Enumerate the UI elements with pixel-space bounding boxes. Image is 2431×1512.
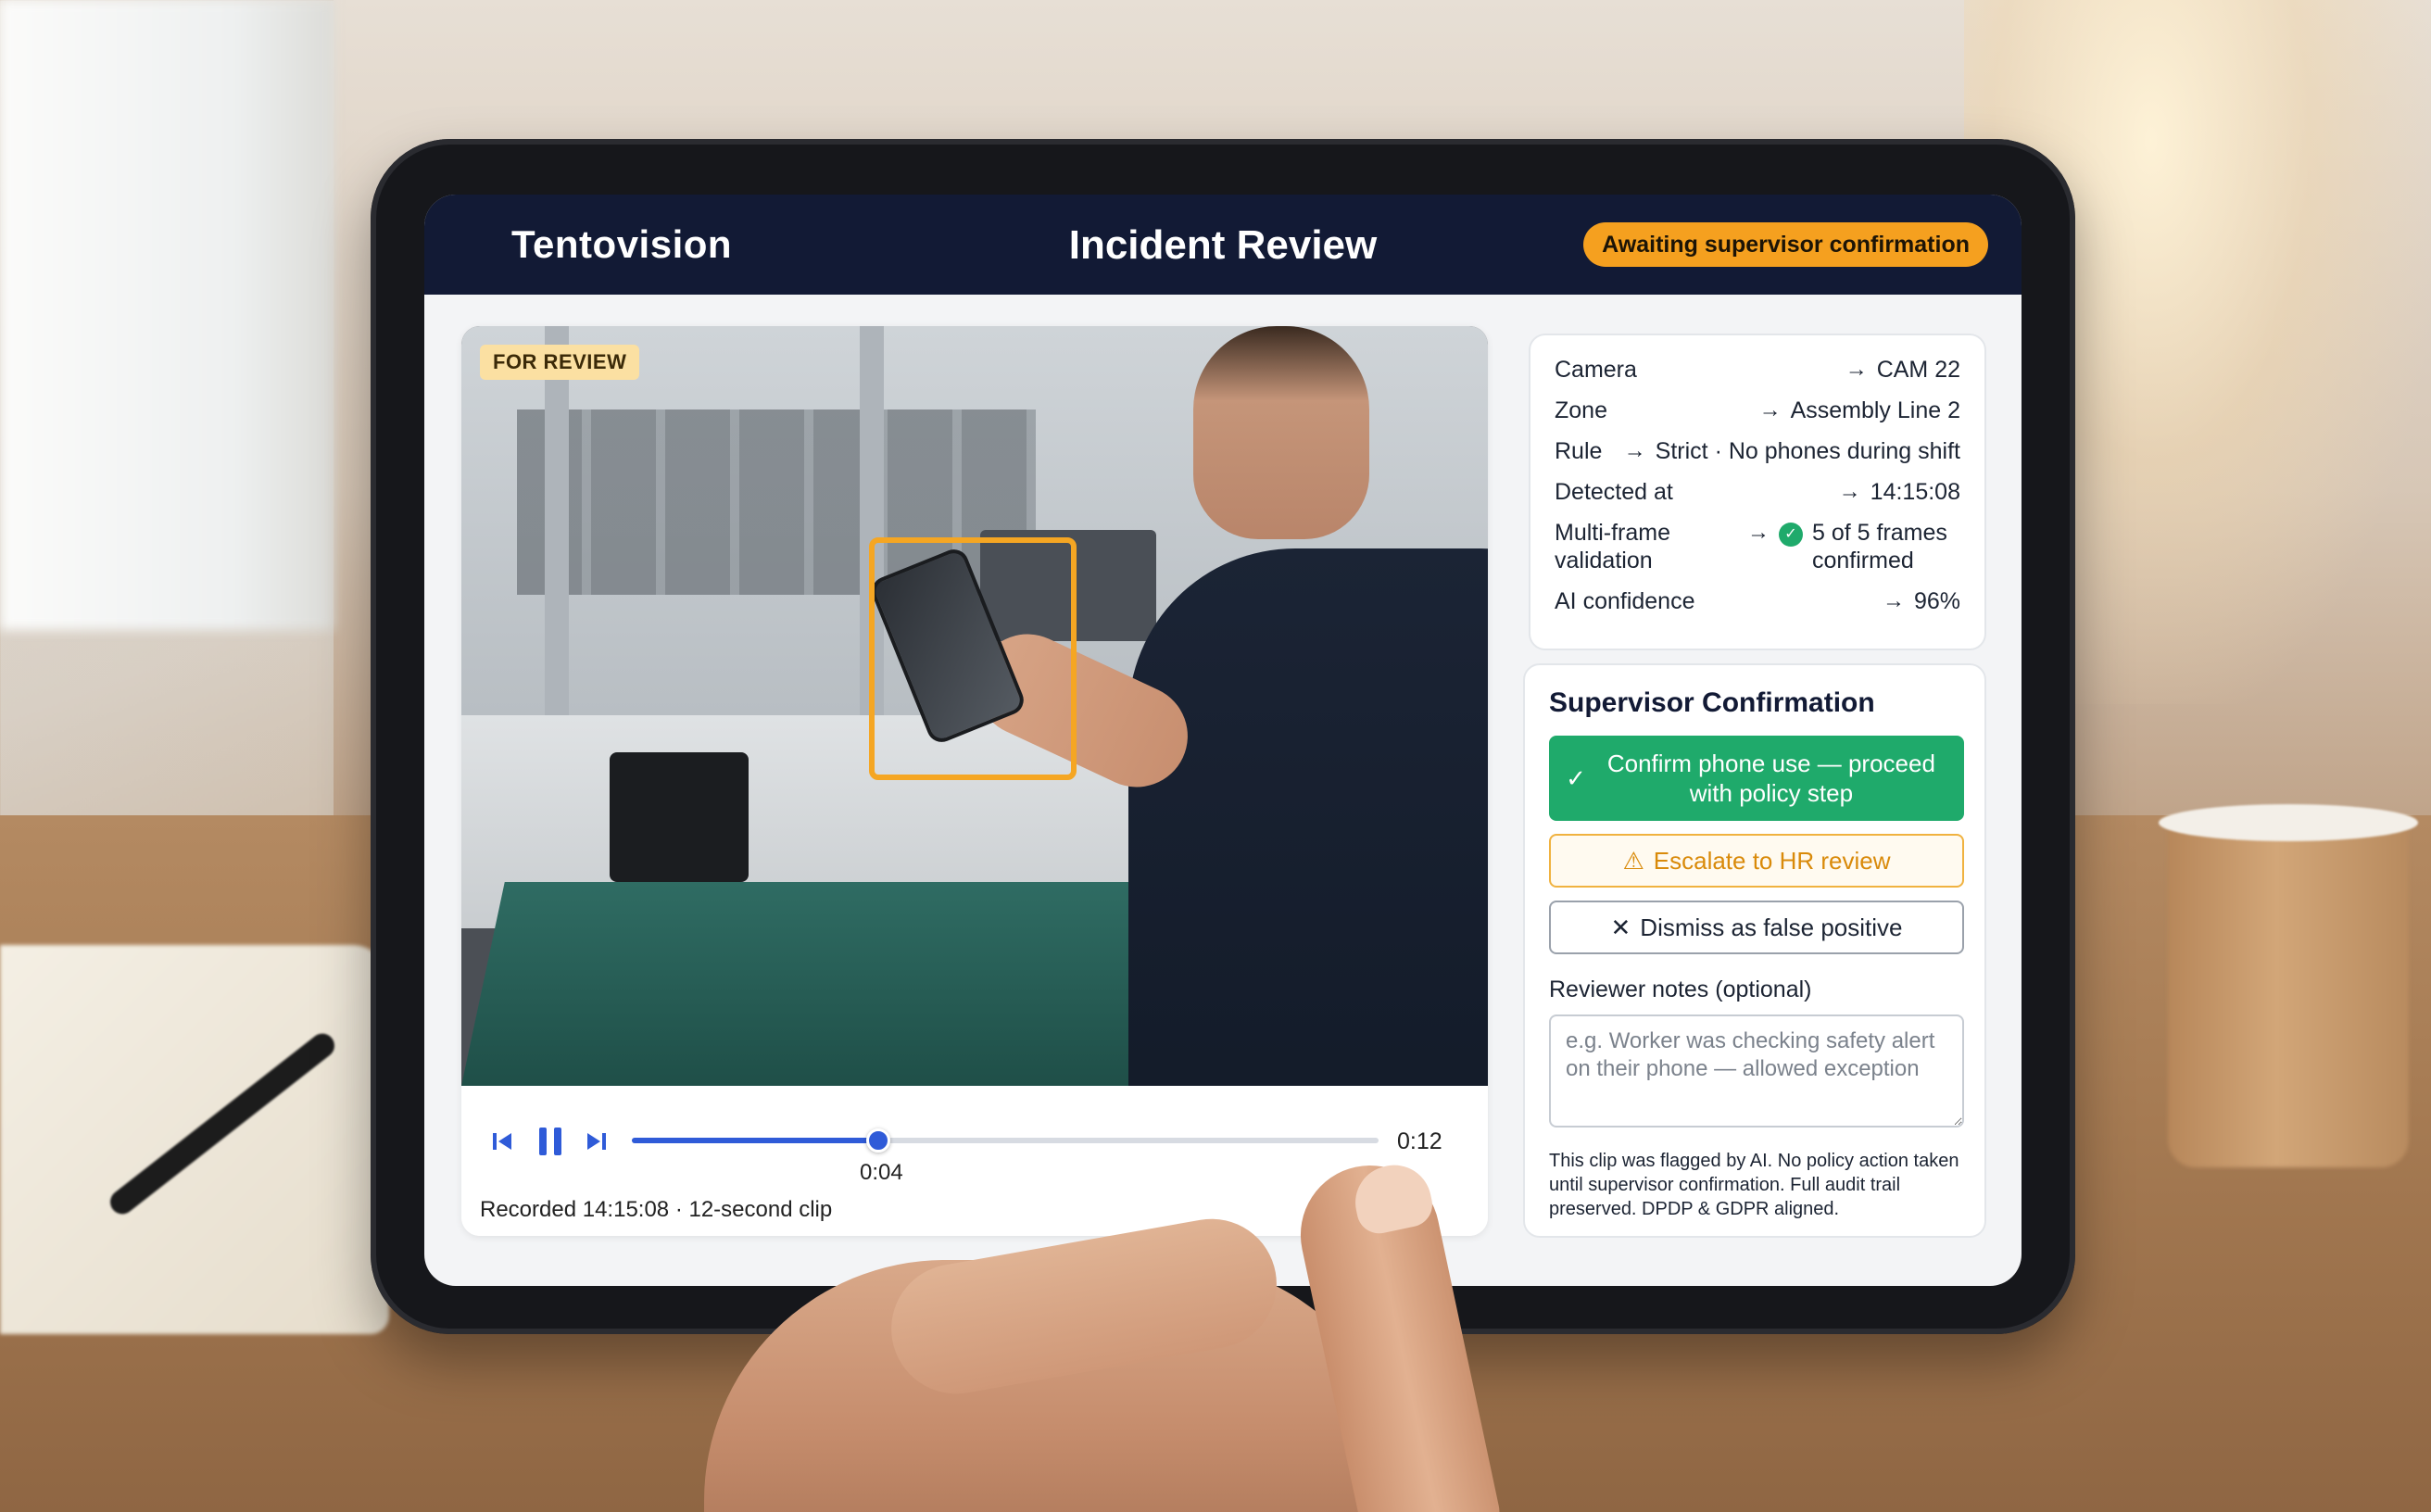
video-scene-bin (610, 752, 749, 882)
progress-fill (632, 1138, 878, 1143)
confirm-button-label: Confirm phone use — proceed with policy … (1606, 750, 1935, 807)
confirmation-title: Supervisor Confirmation (1549, 687, 1875, 718)
detail-value: Assembly Line 2 (1790, 397, 1960, 423)
arrow-right-icon: → (1845, 357, 1868, 382)
detail-label: Rule (1555, 438, 1603, 464)
detail-row-multi-frame-validation: Multi-frame validation → ✓ 5 of 5 frames c… (1555, 519, 1960, 587)
close-icon: ✕ (1610, 913, 1631, 941)
dismiss-button-label: Dismiss as false positive (1640, 913, 1903, 941)
incident-video[interactable]: FOR REVIEW (461, 326, 1488, 1086)
detail-row-ai-confidence: AI confidence → 96% (1555, 587, 1960, 628)
warning-icon: ⚠ (1622, 846, 1644, 875)
app-header: Tentovision Incident Review Awaiting sup… (424, 195, 2022, 295)
recorded-info: Recorded 14:15:08 · 12-second clip (480, 1197, 833, 1222)
video-scene-worker (1128, 548, 1488, 1086)
video-scene-worker-head (1193, 326, 1369, 539)
incident-details-card: Camera → CAM 22 Zone → Assembly Line 2 Rul… (1529, 334, 1986, 650)
for-review-tag: FOR REVIEW (480, 345, 640, 380)
detail-value: CAM 22 (1876, 357, 1960, 383)
current-time: 0:04 (859, 1160, 903, 1185)
video-scene-conveyor (461, 882, 1209, 1086)
progress-track[interactable] (632, 1128, 1379, 1153)
background-cup (2168, 815, 2409, 1167)
detail-label: Camera (1555, 357, 1637, 383)
detail-label: AI confidence (1555, 588, 1695, 614)
detail-row-rule: Rule → Strict · No phones during shift (1555, 437, 1960, 478)
detail-label: Detected at (1555, 479, 1673, 505)
video-card: FOR REVIEW 0:04 0:12 Recorded 14:15:08 ·… (461, 326, 1488, 1236)
background-cup-rim (2159, 804, 2418, 841)
detail-value: 14:15:08 (1870, 479, 1960, 505)
tablet-screen: Tentovision Incident Review Awaiting sup… (424, 195, 2022, 1286)
arrow-right-icon: → (1623, 438, 1646, 463)
arrow-right-icon: → (1838, 479, 1861, 504)
detail-value: 5 of 5 frames confirmed (1812, 520, 1947, 573)
detail-row-detected-at: Detected at → 14:15:08 (1555, 478, 1960, 519)
detection-bounding-box (869, 537, 1077, 780)
skip-forward-icon[interactable] (578, 1123, 615, 1160)
status-badge: Awaiting supervisor confirmation (1583, 222, 1988, 267)
ai-disclaimer: This clip was flagged by AI. No policy a… (1549, 1151, 1959, 1219)
check-circle-icon: ✓ (1779, 523, 1803, 547)
pause-icon[interactable] (530, 1123, 571, 1160)
check-icon: ✓ (1566, 764, 1586, 792)
detail-row-camera: Camera → CAM 22 (1555, 356, 1960, 397)
detail-label: Zone (1555, 397, 1607, 423)
skip-back-icon[interactable] (484, 1123, 521, 1160)
confirm-phone-use-button[interactable]: ✓ Confirm phone use — proceed with polic… (1549, 736, 1964, 821)
detail-value: 96% (1913, 588, 1960, 614)
arrow-right-icon: → (1747, 520, 1770, 545)
escalate-hr-button[interactable]: ⚠ Escalate to HR review (1549, 834, 1964, 888)
arrow-right-icon: → (1882, 588, 1905, 613)
dismiss-false-positive-button[interactable]: ✕ Dismiss as false positive (1549, 901, 1964, 954)
detail-row-zone: Zone → Assembly Line 2 (1555, 397, 1960, 437)
reviewer-notes-label: Reviewer notes (optional) (1549, 976, 1812, 1002)
reviewer-notes-input[interactable] (1549, 1014, 1964, 1128)
progress-scrubber-handle[interactable] (865, 1128, 890, 1153)
escalate-button-label: Escalate to HR review (1653, 846, 1891, 875)
detail-value: Strict · No phones during shift (1655, 438, 1960, 464)
arrow-right-icon: → (1758, 397, 1782, 422)
supervisor-confirmation-card: Supervisor Confirmation ✓ Confirm phone … (1523, 663, 1986, 1238)
background-window (0, 0, 334, 630)
total-time: 0:12 (1397, 1128, 1442, 1154)
detail-label: Multi-frame validation (1555, 520, 1671, 573)
